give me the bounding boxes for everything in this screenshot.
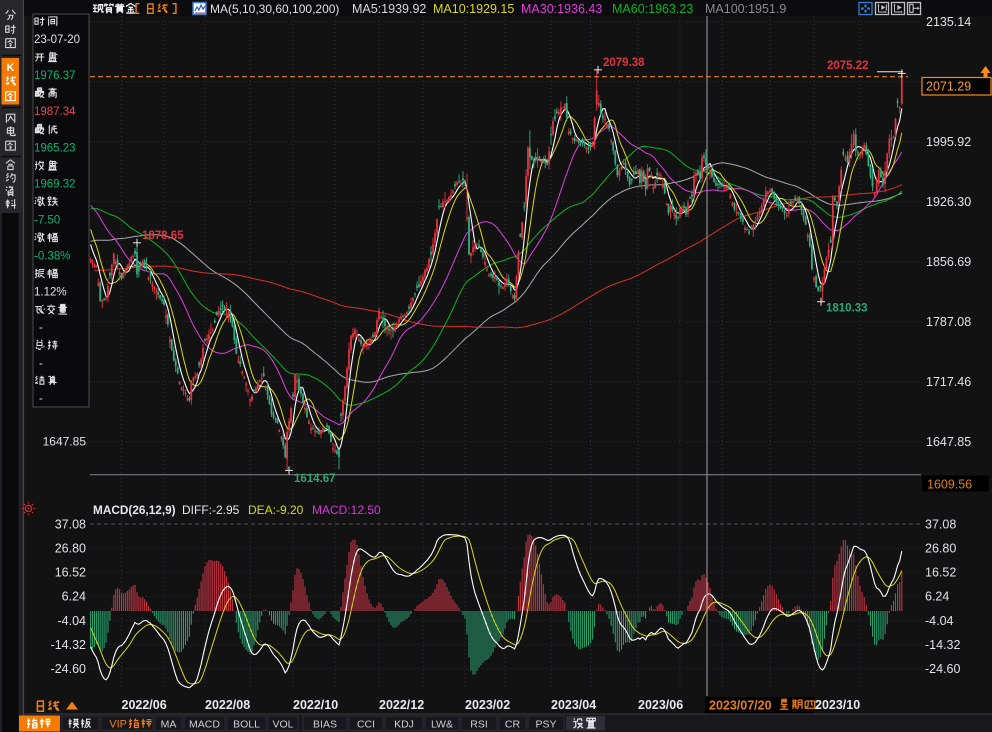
svg-text:MA5:1939.92: MA5:1939.92 xyxy=(352,2,426,16)
svg-text:2023/02: 2023/02 xyxy=(465,698,510,712)
svg-text:-24.60: -24.60 xyxy=(51,662,86,676)
svg-text:CCI: CCI xyxy=(357,719,375,731)
svg-text:DEA:-9.20: DEA:-9.20 xyxy=(248,503,304,517)
svg-text:1976.37: 1976.37 xyxy=(34,70,76,82)
svg-text:MACD(26,12,9): MACD(26,12,9) xyxy=(93,503,176,517)
svg-text:1987.34: 1987.34 xyxy=(34,106,76,118)
svg-text:1647.85: 1647.85 xyxy=(43,435,87,449)
svg-text:-4.04: -4.04 xyxy=(925,614,954,628)
svg-text:MACD: MACD xyxy=(189,719,220,731)
svg-text:MACD:12.50: MACD:12.50 xyxy=(312,503,381,517)
svg-text:VOL: VOL xyxy=(272,719,293,731)
svg-text:CR: CR xyxy=(505,719,521,731)
svg-text:1969.32: 1969.32 xyxy=(34,179,76,191)
svg-text:1995.92: 1995.92 xyxy=(926,135,971,149)
svg-text:DIFF:-2.95: DIFF:-2.95 xyxy=(182,503,240,517)
svg-text:-7.50: -7.50 xyxy=(34,215,60,227)
svg-text:2022/12: 2022/12 xyxy=(379,698,424,712)
svg-text:2022/06: 2022/06 xyxy=(122,698,167,712)
svg-text:-0.38%: -0.38% xyxy=(34,251,70,263)
svg-text:2071.29: 2071.29 xyxy=(926,80,971,94)
svg-text:1810.33: 1810.33 xyxy=(826,303,868,315)
svg-text:KDJ: KDJ xyxy=(394,719,414,731)
svg-text:37.08: 37.08 xyxy=(55,517,86,531)
svg-text:2075.22: 2075.22 xyxy=(827,60,869,72)
svg-text:1717.46: 1717.46 xyxy=(926,375,971,389)
svg-text:MA60:1963.23: MA60:1963.23 xyxy=(612,2,693,16)
svg-text:-14.32: -14.32 xyxy=(925,638,960,652)
svg-text:K: K xyxy=(7,62,15,74)
svg-text:PSY: PSY xyxy=(535,719,556,731)
svg-text:MA: MA xyxy=(161,719,177,731)
svg-text:BIAS: BIAS xyxy=(313,719,337,731)
svg-text:1614.67: 1614.67 xyxy=(294,473,336,485)
svg-text:37.08: 37.08 xyxy=(925,517,956,531)
svg-text:23-07-20: 23-07-20 xyxy=(34,34,80,46)
svg-text:16.52: 16.52 xyxy=(925,566,956,580)
svg-text:2135.14: 2135.14 xyxy=(926,15,971,29)
svg-text:-4.04: -4.04 xyxy=(58,614,87,628)
svg-text:1965.23: 1965.23 xyxy=(34,143,76,155)
svg-text:2023/10: 2023/10 xyxy=(815,698,860,712)
svg-text:6.24: 6.24 xyxy=(925,590,949,604)
svg-text:BOLL: BOLL xyxy=(233,719,260,731)
svg-text:MA10:1929.15: MA10:1929.15 xyxy=(433,2,514,16)
svg-text:2023/04: 2023/04 xyxy=(551,698,596,712)
svg-text:1609.56: 1609.56 xyxy=(927,477,972,491)
svg-text:LW&: LW& xyxy=(431,719,453,731)
svg-text:2079.38: 2079.38 xyxy=(603,57,645,69)
svg-text:2022/08: 2022/08 xyxy=(205,698,250,712)
svg-text:26.80: 26.80 xyxy=(925,541,956,555)
svg-text:1787.08: 1787.08 xyxy=(926,315,971,329)
svg-text:1878.65: 1878.65 xyxy=(142,230,184,242)
svg-text:2023/06: 2023/06 xyxy=(638,698,683,712)
svg-text:-: - xyxy=(39,393,43,405)
svg-text:VIP: VIP xyxy=(109,719,127,731)
svg-text:MA100:1951.9: MA100:1951.9 xyxy=(705,2,786,16)
svg-text:RSI: RSI xyxy=(470,719,488,731)
svg-text:-14.32: -14.32 xyxy=(51,638,86,652)
svg-text:MA(5,10,30,60,100,200): MA(5,10,30,60,100,200) xyxy=(210,2,339,16)
svg-text:1.12%: 1.12% xyxy=(34,287,67,299)
svg-text:-: - xyxy=(39,322,43,334)
svg-text:6.24: 6.24 xyxy=(62,590,86,604)
svg-text:2022/10: 2022/10 xyxy=(293,698,338,712)
svg-text:-: - xyxy=(39,358,43,370)
svg-text:2023/07/20: 2023/07/20 xyxy=(709,699,772,713)
svg-text:1856.69: 1856.69 xyxy=(926,255,971,269)
svg-text:MA30:1936.43: MA30:1936.43 xyxy=(521,2,602,16)
svg-text:1926.30: 1926.30 xyxy=(926,195,971,209)
svg-text:26.80: 26.80 xyxy=(55,541,86,555)
svg-text:-24.60: -24.60 xyxy=(925,662,960,676)
svg-text:16.52: 16.52 xyxy=(55,566,86,580)
svg-text:1647.85: 1647.85 xyxy=(926,435,971,449)
